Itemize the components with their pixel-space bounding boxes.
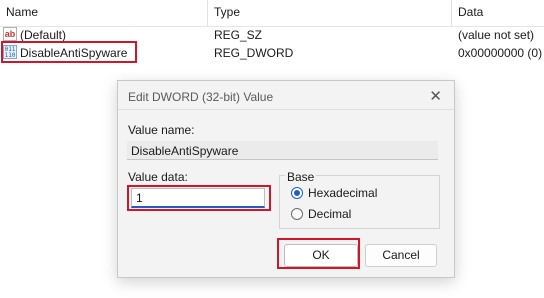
close-icon[interactable]: ✕ xyxy=(429,87,442,105)
hexadecimal-radio[interactable] xyxy=(291,187,303,199)
value-name-text: DisableAntiSpyware xyxy=(131,144,239,158)
column-type-header[interactable]: Type xyxy=(214,5,240,19)
dialog-title: Edit DWORD (32-bit) Value xyxy=(128,90,274,104)
value-name-field: DisableAntiSpyware xyxy=(127,141,438,160)
title-divider xyxy=(118,109,454,110)
value-data-label: Value data: xyxy=(128,170,188,184)
highlight-box xyxy=(277,238,360,269)
highlight-box xyxy=(1,41,137,63)
column-divider[interactable] xyxy=(207,0,208,26)
value-data: (value not set) xyxy=(458,28,535,42)
value-name: (Default) xyxy=(20,28,67,42)
registry-column-header: Name Type Data xyxy=(0,0,544,27)
column-name-header[interactable]: Name xyxy=(6,5,38,19)
decimal-radio[interactable] xyxy=(291,208,303,220)
base-label: Base xyxy=(285,170,317,184)
edit-dword-dialog: Edit DWORD (32-bit) Value ✕ Value name: … xyxy=(117,80,455,278)
column-divider[interactable] xyxy=(451,0,452,26)
highlight-box xyxy=(127,185,271,211)
column-data-header[interactable]: Data xyxy=(458,5,483,19)
value-type: REG_SZ xyxy=(214,28,263,42)
cancel-button[interactable]: Cancel xyxy=(365,244,437,267)
string-value-icon: ab xyxy=(3,27,17,41)
value-data: 0x00000000 (0) xyxy=(458,46,543,60)
value-name-label: Value name: xyxy=(128,123,195,137)
hexadecimal-label[interactable]: Hexadecimal xyxy=(308,186,377,200)
decimal-label[interactable]: Decimal xyxy=(308,207,351,221)
value-type: REG_DWORD xyxy=(214,46,294,60)
